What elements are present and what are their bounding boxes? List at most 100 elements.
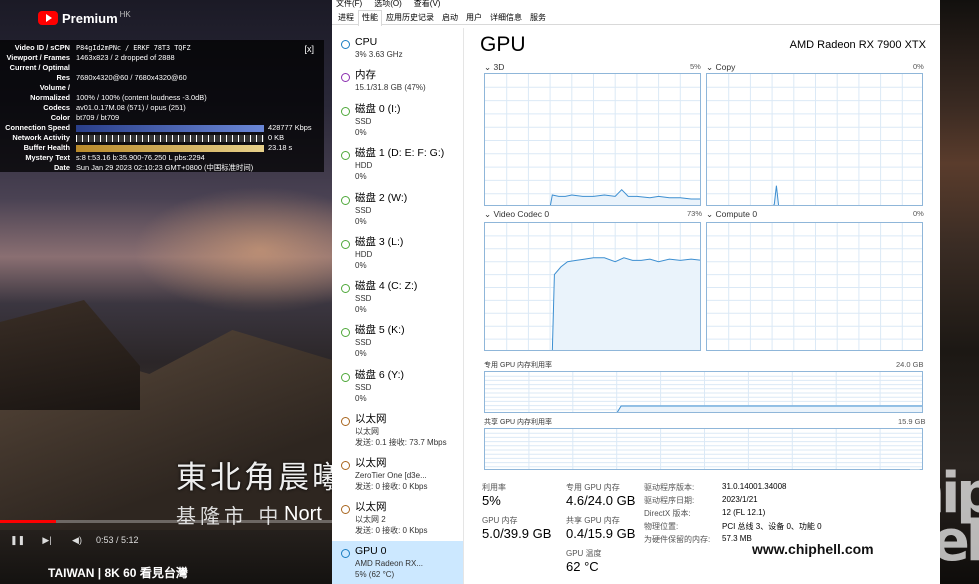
stat-key: Video ID / sCPN [14, 43, 70, 52]
tab-performance[interactable]: 性能 [358, 10, 382, 26]
engine-copy-graph [706, 73, 923, 206]
sidebar-item-usage: 0% [355, 128, 367, 137]
shared-memory-label: 共享 GPU 内存利用率 [484, 419, 553, 426]
video-progress-fill [0, 520, 57, 523]
engine-compute-graph [706, 222, 923, 351]
driver-version-value: 31.0.14001.34008 [722, 482, 787, 491]
sidebar-item[interactable]: 磁盘 0 (I:) SSD 0% [332, 99, 463, 143]
directx-version-label: DirectX 版本: [644, 509, 691, 518]
sidebar-item[interactable]: 磁盘 2 (W:) SSD 0% [332, 188, 463, 232]
sidebar-item[interactable]: 以太网 以太网 2 发送: 0 接收: 0 Kbps [332, 497, 463, 541]
stat-row: Buffer Health 23.18 s [0, 143, 324, 153]
tab-details[interactable]: 详细信息 [486, 10, 526, 24]
resource-indicator-icon [341, 373, 350, 382]
menu-bar: 文件(F) 选项(O) 查看(V) [332, 0, 940, 8]
gpu-temperature-label: GPU 温度 [566, 549, 602, 558]
sidebar-item-detail: 3% 3.63 GHz [355, 50, 403, 59]
stat-value: P84gId2mPNc / ERKF 78T3 TQFZ [76, 44, 191, 52]
engine-3d-label[interactable]: ⌄ 3D [484, 62, 504, 73]
watermark-logo: chiphell [876, 466, 979, 569]
stat-row: Volume / [0, 83, 324, 93]
sidebar-item-detail: 15.1/31.8 GB (47%) [355, 83, 426, 92]
sidebar-item[interactable]: 以太网 ZeroTier One [d3e... 发送: 0 接收: 0 Kbps [332, 453, 463, 497]
youtube-region: HK [119, 9, 131, 19]
engine-compute-label[interactable]: ⌄ Compute 0 [706, 209, 757, 220]
shared-memory-stat-value: 0.4/15.9 GB [566, 526, 636, 541]
engine-3d-percent: 5% [690, 62, 701, 71]
menu-view[interactable]: 查看(V) [414, 0, 441, 8]
reserved-memory-label: 为硬件保留的内存: [644, 535, 711, 544]
engine-video-codec-label[interactable]: ⌄ Video Codec 0 [484, 209, 549, 220]
stat-key: Connection Speed [5, 123, 70, 132]
tab-startup[interactable]: 启动 [438, 10, 462, 24]
resource-indicator-icon [341, 73, 350, 82]
sidebar-item[interactable]: 以太网 以太网 发送: 0.1 接收: 73.7 Mbps [332, 409, 463, 453]
sidebar-item-name: 以太网 [355, 413, 387, 425]
driver-date-value: 2023/1/21 [722, 495, 758, 504]
sidebar-item-name: 磁盘 0 (I:) [355, 103, 401, 115]
engine-compute-percent: 0% [913, 209, 924, 218]
subtitle-chinese: 東北角晨曦 [176, 460, 332, 496]
youtube-header: Premium HK [0, 0, 332, 36]
stat-value: s:8 t:53.16 b:35.900-76.250 L pbs:2294 [76, 153, 205, 162]
stat-key: Res [56, 73, 70, 82]
engine-video-codec-graph-area [552, 257, 700, 350]
stat-key: Date [53, 163, 70, 172]
sidebar-item-detail: SSD [355, 117, 372, 126]
stat-value: 23.18 s [268, 143, 293, 152]
sidebar-item-name: 磁盘 6 (Y:) [355, 369, 405, 381]
video-player[interactable]: Premium HK [x] Video ID / sCPN P84gId2mPN… [0, 0, 332, 584]
watermark-url: www.chiphell.com [752, 541, 874, 557]
engine-3d-graph [484, 73, 701, 206]
tab-services[interactable]: 服务 [526, 10, 550, 24]
stat-row: Date Sun Jan 29 2023 02:10:23 GMT+0800 (中… [0, 163, 324, 173]
tab-app-history[interactable]: 应用历史记录 [382, 10, 438, 24]
sidebar-item-usage: 0% [355, 349, 367, 358]
volume-icon[interactable]: ◀) [70, 535, 84, 546]
stat-value: bt709 / bt709 [76, 113, 120, 122]
stat-key: Color [50, 113, 70, 122]
sidebar-item[interactable]: 磁盘 6 (Y:) SSD 0% [332, 365, 463, 409]
sidebar-item[interactable]: 磁盘 4 (C: Z:) SSD 0% [332, 276, 463, 320]
network-activity-bar [76, 134, 264, 142]
video-progress-bar[interactable] [0, 520, 332, 523]
shared-memory-graph [484, 428, 923, 470]
tab-users[interactable]: 用户 [462, 10, 486, 24]
sidebar-item[interactable]: 磁盘 5 (K:) SSD 0% [332, 320, 463, 364]
stat-key: Mystery Text [25, 153, 70, 162]
engine-video-codec-name: Video Codec 0 [493, 209, 550, 219]
resource-indicator-icon [341, 40, 350, 49]
sidebar-item-usage: 发送: 0 接收: 0 Kbps [355, 482, 428, 491]
stat-key: Normalized [30, 93, 70, 102]
next-icon[interactable]: ▶| [40, 535, 54, 546]
engine-copy-label[interactable]: ⌄ Copy [706, 62, 735, 73]
menu-file[interactable]: 文件(F) [336, 0, 362, 8]
pause-icon[interactable]: ❚❚ [10, 535, 25, 546]
gpu-temperature-value: 62 °C [566, 559, 599, 574]
sidebar-item[interactable]: 磁盘 3 (L:) HDD 0% [332, 232, 463, 276]
sidebar-item-name: 以太网 [355, 501, 387, 513]
stats-for-nerds: [x] Video ID / sCPN P84gId2mPNc / ERKF 78… [0, 40, 324, 172]
sidebar-item-name: GPU 0 [355, 545, 387, 557]
tab-processes[interactable]: 进程 [334, 10, 358, 24]
menu-options[interactable]: 选项(O) [374, 0, 402, 8]
stat-row: Mystery Text s:8 t:53.16 b:35.900-76.250 … [0, 153, 324, 163]
sidebar-item[interactable]: 磁盘 1 (D: E: F: G:) HDD 0% [332, 143, 463, 187]
sidebar-item-detail: AMD Radeon RX... [355, 559, 424, 568]
reserved-memory-value: 57.3 MB [722, 534, 752, 543]
stat-row: Codecs av01.0.17M.08 (571) / opus (251) [0, 103, 324, 113]
stat-row: Video ID / sCPN P84gId2mPNc / ERKF 78T3 T… [0, 43, 324, 53]
sidebar-item-detail: SSD [355, 338, 372, 347]
engine-copy-percent: 0% [913, 62, 924, 71]
engine-3d-name: 3D [493, 62, 505, 72]
resource-indicator-icon [341, 328, 350, 337]
sidebar-item-name: 以太网 [355, 457, 387, 469]
resource-indicator-icon [341, 417, 350, 426]
stat-value: Sun Jan 29 2023 02:10:23 GMT+0800 (中国标准时… [76, 163, 254, 172]
engine-video-codec-percent: 73% [687, 209, 703, 218]
youtube-logo-icon[interactable] [38, 11, 58, 25]
stats-close-button[interactable]: [x] [304, 44, 314, 54]
sidebar-item-usage: 发送: 0.1 接收: 73.7 Mbps [355, 438, 447, 447]
sidebar-item[interactable]: GPU 0 AMD Radeon RX... 5% (62 °C) [332, 541, 463, 584]
resource-indicator-icon [341, 461, 350, 470]
